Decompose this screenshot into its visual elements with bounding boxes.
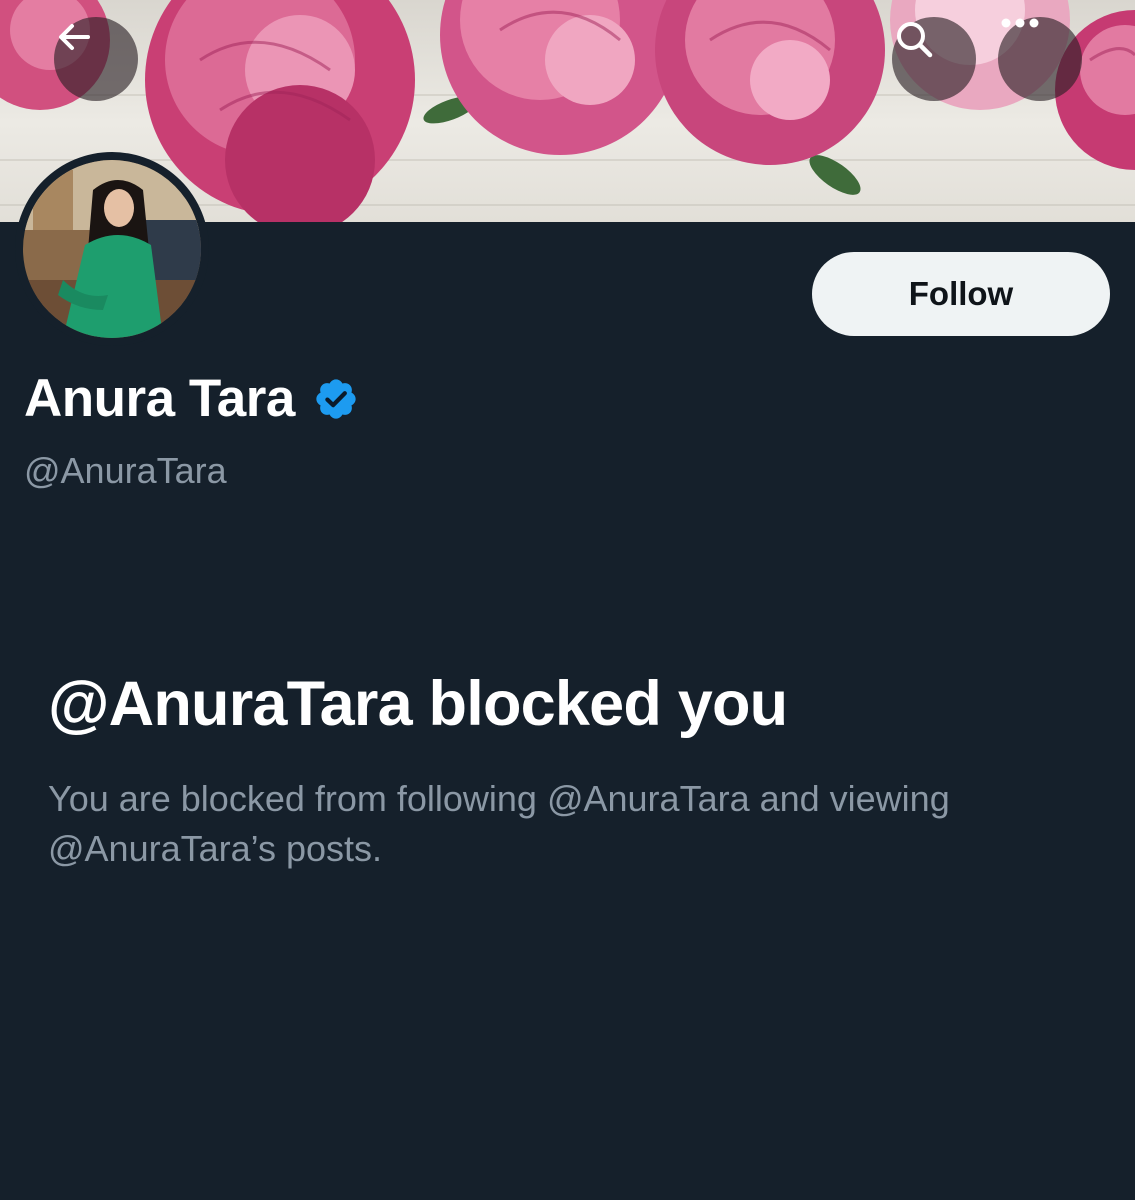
- back-button[interactable]: [54, 17, 138, 101]
- blocked-description: You are blocked from following @AnuraTar…: [48, 778, 950, 869]
- more-options-button[interactable]: [998, 17, 1082, 101]
- search-icon: [897, 22, 933, 58]
- more-horizontal-icon: [1001, 18, 1039, 28]
- search-button[interactable]: [892, 17, 976, 101]
- profile-handle: @AnuraTara: [24, 450, 227, 491]
- verified-badge-icon[interactable]: [313, 376, 359, 422]
- avatar-ring: [15, 152, 209, 346]
- avatar-photo: [23, 160, 201, 338]
- profile-name-row: Anura Tara: [24, 368, 359, 429]
- arrow-left-icon: [59, 24, 90, 50]
- avatar[interactable]: [23, 160, 201, 338]
- display-name: Anura Tara: [24, 369, 295, 428]
- follow-button[interactable]: Follow: [812, 252, 1110, 336]
- blocked-title: @AnuraTara blocked you: [48, 669, 788, 739]
